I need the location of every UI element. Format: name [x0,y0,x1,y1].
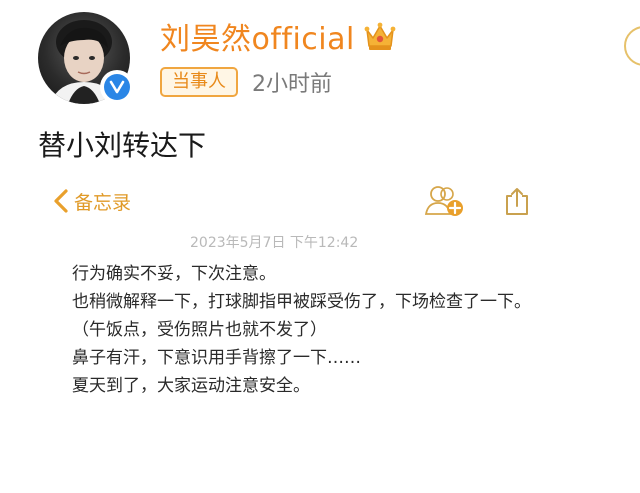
memo-collaborate [424,184,468,222]
post-text: 替小刘转达下 [38,129,207,162]
memo-line: 行为确实不妥，下次注意。 [72,264,276,284]
memo-line: 鼻子有汗，下意识用手背擦了一下…… [72,348,361,368]
username-row: 刘昊然official [160,14,397,58]
weibo-post: 刘昊然official 当事人 2小时前 替小刘转达下 备忘录 2023年5月7… [0,0,640,493]
follow-button[interactable] [624,26,640,66]
memo-screenshot: 备忘录 2023年5月7日 下午12:42 行为确实不妥，下次注意。 也稍微解释… [0,176,640,493]
memo-body: 行为确实不妥，下次注意。 也稍微解释一下，打球脚指甲被踩受伤了，下场检查了一下。… [72,260,542,400]
status-badge: 当事人 [160,67,238,97]
memo-export [504,186,530,220]
memo-back-label: 备忘录 [74,191,132,214]
verified-badge [100,70,134,104]
post-time: 2小时前 [252,72,332,97]
memo-date: 2023年5月7日 下午12:42 [190,235,359,251]
meta-row: 当事人 2小时前 [160,64,332,100]
verified-v-icon [109,80,125,94]
share-export-icon [506,188,528,215]
chevron-left-icon [54,189,68,213]
memo-line: 也稍微解释一下，打球脚指甲被踩受伤了，下场检查了一下。（午饭点，受伤照片也就不发… [72,292,531,340]
memo-back-button: 备忘录 [52,186,131,216]
add-collaborator-icon [424,186,463,216]
memo-line: 夏天到了，大家运动注意安全。 [72,376,310,396]
crown-icon [364,22,396,50]
username[interactable]: 刘昊然official [160,14,355,58]
